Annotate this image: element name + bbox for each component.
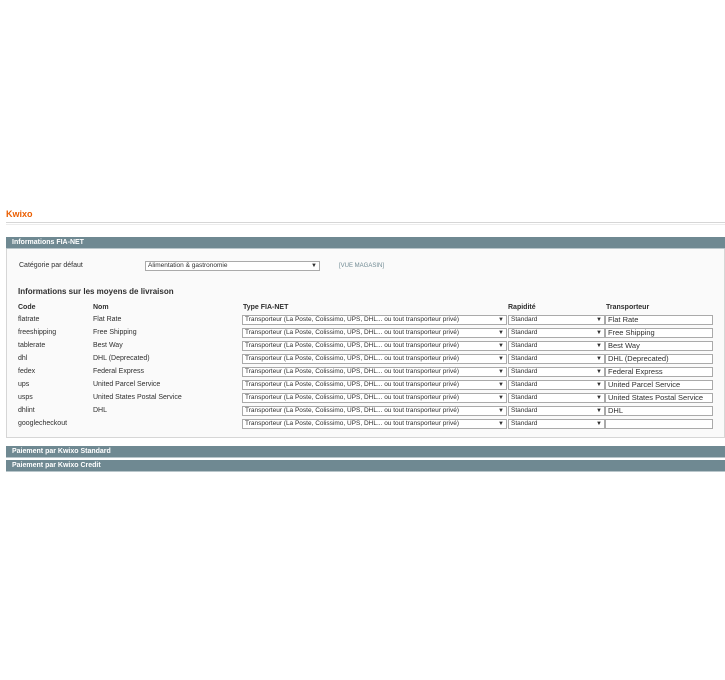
shipping-speed-value: Standard bbox=[511, 316, 538, 323]
shipping-carrier-input[interactable]: Flat Rate bbox=[605, 315, 713, 325]
shipping-type-value: Transporteur (La Poste, Colissimo, UPS, … bbox=[245, 368, 459, 375]
shipping-type-select[interactable]: Transporteur (La Poste, Colissimo, UPS, … bbox=[242, 393, 507, 403]
shipping-code: ups bbox=[18, 381, 30, 388]
shipping-speed-select[interactable]: Standard ▼ bbox=[508, 419, 605, 429]
chevron-down-icon: ▼ bbox=[596, 395, 602, 401]
shipping-speed-select[interactable]: Standard ▼ bbox=[508, 380, 605, 390]
shipping-code: googlecheckout bbox=[18, 420, 68, 427]
shipping-speed-value: Standard bbox=[511, 355, 538, 362]
shipping-speed-value: Standard bbox=[511, 381, 538, 388]
shipping-carrier-input[interactable]: United States Postal Service bbox=[605, 393, 713, 403]
shipping-name: DHL (Deprecated) bbox=[93, 355, 150, 362]
column-header-type: Type FIA-NET bbox=[243, 304, 289, 311]
shipping-name: Best Way bbox=[93, 342, 123, 349]
shipping-code: dhl bbox=[18, 355, 28, 362]
section-header-fianet[interactable]: Informations FIA-NET bbox=[6, 237, 725, 249]
shipping-type-select[interactable]: Transporteur (La Poste, Colissimo, UPS, … bbox=[242, 380, 507, 390]
shipping-type-select[interactable]: Transporteur (La Poste, Colissimo, UPS, … bbox=[242, 328, 507, 338]
shipping-code: flatrate bbox=[18, 316, 40, 323]
shipping-carrier-input[interactable]: Free Shipping bbox=[605, 328, 713, 338]
scope-label: [VUE MAGASIN] bbox=[339, 263, 385, 269]
shipping-speed-select[interactable]: Standard ▼ bbox=[508, 315, 605, 325]
shipping-type-select[interactable]: Transporteur (La Poste, Colissimo, UPS, … bbox=[242, 406, 507, 416]
shipping-speed-value: Standard bbox=[511, 342, 538, 349]
page-title: Kwixo bbox=[6, 209, 33, 219]
shipping-name: United States Postal Service bbox=[93, 394, 182, 401]
shipping-speed-select[interactable]: Standard ▼ bbox=[508, 328, 605, 338]
shipping-carrier-input[interactable]: Best Way bbox=[605, 341, 713, 351]
shipping-carrier-input[interactable]: United Parcel Service bbox=[605, 380, 713, 390]
shipping-code: usps bbox=[18, 394, 33, 401]
shipping-type-select[interactable]: Transporteur (La Poste, Colissimo, UPS, … bbox=[242, 341, 507, 351]
column-header-carrier: Transporteur bbox=[606, 304, 650, 311]
column-header-speed: Rapidité bbox=[508, 304, 536, 311]
chevron-down-icon: ▼ bbox=[498, 330, 504, 336]
shipping-carrier-input[interactable]: Federal Express bbox=[605, 367, 713, 377]
shipping-type-value: Transporteur (La Poste, Colissimo, UPS, … bbox=[245, 394, 459, 401]
shipping-speed-select[interactable]: Standard ▼ bbox=[508, 354, 605, 364]
shipping-carrier-input[interactable]: DHL (Deprecated) bbox=[605, 354, 713, 364]
shipping-type-value: Transporteur (La Poste, Colissimo, UPS, … bbox=[245, 316, 459, 323]
shipping-carrier-input[interactable] bbox=[605, 419, 713, 429]
chevron-down-icon: ▼ bbox=[596, 421, 602, 427]
shipping-code: freeshipping bbox=[18, 329, 57, 336]
chevron-down-icon: ▼ bbox=[498, 395, 504, 401]
chevron-down-icon: ▼ bbox=[498, 356, 504, 362]
category-select-value: Alimentation & gastronomie bbox=[148, 262, 228, 269]
chevron-down-icon: ▼ bbox=[498, 343, 504, 349]
shipping-speed-value: Standard bbox=[511, 407, 538, 414]
chevron-down-icon: ▼ bbox=[596, 356, 602, 362]
shipping-name: Federal Express bbox=[93, 368, 144, 375]
chevron-down-icon: ▼ bbox=[498, 408, 504, 414]
shipping-speed-select[interactable]: Standard ▼ bbox=[508, 341, 605, 351]
shipping-speed-value: Standard bbox=[511, 420, 538, 427]
shipping-type-value: Transporteur (La Poste, Colissimo, UPS, … bbox=[245, 381, 459, 388]
chevron-down-icon: ▼ bbox=[596, 317, 602, 323]
shipping-type-select[interactable]: Transporteur (La Poste, Colissimo, UPS, … bbox=[242, 419, 507, 429]
chevron-down-icon: ▼ bbox=[311, 263, 317, 269]
shipping-type-value: Transporteur (La Poste, Colissimo, UPS, … bbox=[245, 342, 459, 349]
shipping-type-value: Transporteur (La Poste, Colissimo, UPS, … bbox=[245, 407, 459, 414]
chevron-down-icon: ▼ bbox=[596, 330, 602, 336]
section-header-kwixo-credit[interactable]: Paiement par Kwixo Credit bbox=[6, 460, 725, 472]
chevron-down-icon: ▼ bbox=[596, 369, 602, 375]
shipping-type-select[interactable]: Transporteur (La Poste, Colissimo, UPS, … bbox=[242, 354, 507, 364]
shipping-type-value: Transporteur (La Poste, Colissimo, UPS, … bbox=[245, 355, 459, 362]
shipping-subtitle: Informations sur les moyens de livraison bbox=[18, 287, 174, 296]
chevron-down-icon: ▼ bbox=[596, 408, 602, 414]
chevron-down-icon: ▼ bbox=[498, 369, 504, 375]
shipping-type-value: Transporteur (La Poste, Colissimo, UPS, … bbox=[245, 329, 459, 336]
category-label: Catégorie par défaut bbox=[19, 262, 83, 269]
shipping-speed-select[interactable]: Standard ▼ bbox=[508, 406, 605, 416]
shipping-speed-select[interactable]: Standard ▼ bbox=[508, 393, 605, 403]
column-header-name: Nom bbox=[93, 304, 109, 311]
category-select[interactable]: Alimentation & gastronomie ▼ bbox=[145, 261, 320, 271]
chevron-down-icon: ▼ bbox=[498, 382, 504, 388]
shipping-speed-value: Standard bbox=[511, 329, 538, 336]
chevron-down-icon: ▼ bbox=[596, 343, 602, 349]
shipping-name: United Parcel Service bbox=[93, 381, 161, 388]
shipping-code: tablerate bbox=[18, 342, 46, 349]
column-header-code: Code bbox=[18, 304, 36, 311]
shipping-type-select[interactable]: Transporteur (La Poste, Colissimo, UPS, … bbox=[242, 315, 507, 325]
shipping-carrier-input[interactable]: DHL bbox=[605, 406, 713, 416]
shipping-code: fedex bbox=[18, 368, 36, 375]
title-divider-shadow bbox=[6, 224, 725, 225]
shipping-code: dhlint bbox=[18, 407, 35, 414]
shipping-speed-select[interactable]: Standard ▼ bbox=[508, 367, 605, 377]
chevron-down-icon: ▼ bbox=[498, 317, 504, 323]
chevron-down-icon: ▼ bbox=[596, 382, 602, 388]
shipping-name: DHL bbox=[93, 407, 108, 414]
chevron-down-icon: ▼ bbox=[498, 421, 504, 427]
shipping-speed-value: Standard bbox=[511, 394, 538, 401]
title-divider bbox=[6, 222, 725, 223]
shipping-type-value: Transporteur (La Poste, Colissimo, UPS, … bbox=[245, 420, 459, 427]
shipping-type-select[interactable]: Transporteur (La Poste, Colissimo, UPS, … bbox=[242, 367, 507, 377]
shipping-name: Flat Rate bbox=[93, 316, 122, 323]
shipping-speed-value: Standard bbox=[511, 368, 538, 375]
section-header-kwixo-standard[interactable]: Paiement par Kwixo Standard bbox=[6, 446, 725, 458]
shipping-name: Free Shipping bbox=[93, 329, 137, 336]
